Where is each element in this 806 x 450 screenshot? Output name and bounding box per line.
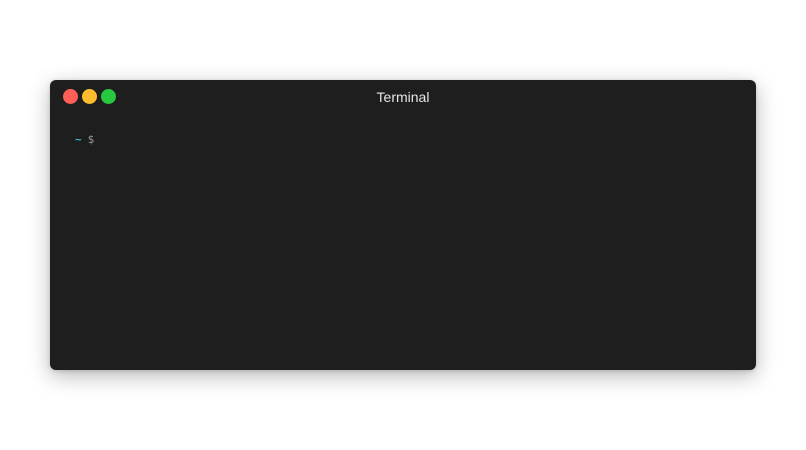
terminal-output[interactable]: ~ $ [50, 114, 756, 370]
prompt-line: ~ $ [75, 132, 732, 148]
prompt-directory: ~ [75, 133, 82, 146]
prompt-symbol: $ [87, 133, 95, 146]
window-title: Terminal [376, 89, 430, 105]
terminal-window: Terminal ~ $ [50, 80, 756, 370]
title-bar[interactable]: Terminal [50, 80, 756, 114]
